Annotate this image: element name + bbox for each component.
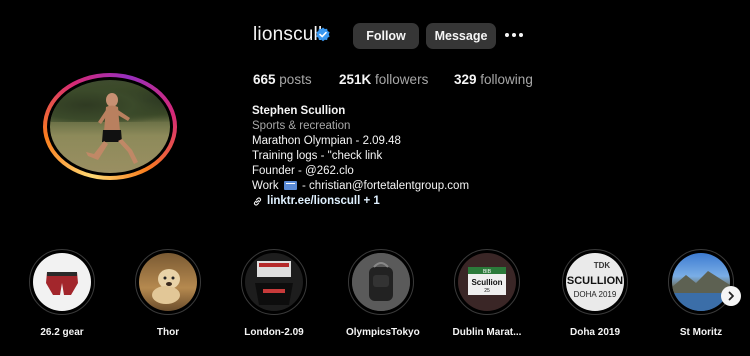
link-icon xyxy=(253,197,262,206)
highlight-cover xyxy=(672,253,730,311)
followers-number: 251K xyxy=(339,72,372,87)
highlight-ring xyxy=(241,249,307,315)
highlight-cover xyxy=(245,253,303,311)
highlight-item[interactable]: OlympicsTokyo xyxy=(346,249,420,338)
highlight-item[interactable]: Thor xyxy=(133,249,203,338)
highlight-item[interactable]: TDK SCULLION DOHA 2019 Doha 2019 xyxy=(560,249,630,338)
highlight-cover: TDK SCULLION DOHA 2019 xyxy=(566,253,624,311)
highlight-ring xyxy=(348,249,414,315)
following-number: 329 xyxy=(454,72,477,87)
email-emoji-icon xyxy=(283,181,297,191)
highlight-item[interactable]: 26.2 gear xyxy=(27,249,97,338)
following-label: following xyxy=(480,72,533,87)
highlight-label: 26.2 gear xyxy=(40,327,84,338)
bib-number-text: 25 xyxy=(484,288,490,294)
highlight-cover xyxy=(352,253,410,311)
bio-link[interactable]: linktr.ee/lionscull + 1 xyxy=(252,194,469,209)
backpack-image xyxy=(352,253,410,311)
highlight-cover xyxy=(139,253,197,311)
doha-event-text: DOHA 2019 xyxy=(574,290,617,299)
more-horizontal-icon[interactable] xyxy=(505,28,525,42)
message-button[interactable]: Message xyxy=(426,23,496,49)
highlight-ring xyxy=(668,249,734,315)
highlight-label: London-2.09 xyxy=(244,327,304,338)
username: lionscull xyxy=(253,24,323,45)
bio-line-3: Founder - @262.clo xyxy=(252,164,469,179)
highlight-label: Thor xyxy=(156,327,180,338)
bio-line-3-text: Founder - @262.clo xyxy=(252,165,354,177)
doha-name-text: SCULLION xyxy=(567,275,623,287)
work-label: Work xyxy=(252,180,279,192)
doha-brand-text: TDK xyxy=(594,261,611,270)
dog-image xyxy=(152,269,180,304)
highlight-label: Doha 2019 xyxy=(569,327,621,338)
highlight-cover: BIB Scullion 25 xyxy=(458,253,516,311)
highlight-label: St Moritz xyxy=(679,327,723,338)
bio-line-4: Work - christian@fortetalentgroup.com xyxy=(252,179,469,194)
full-name: Stephen Scullion xyxy=(252,105,346,117)
chevron-right-icon[interactable] xyxy=(721,286,741,306)
shorts-image xyxy=(46,272,78,295)
highlight-ring xyxy=(135,249,201,315)
highlight-label: OlympicsTokyo xyxy=(346,327,420,338)
posts-number: 665 xyxy=(253,72,276,87)
avatar-photo xyxy=(50,80,170,173)
highlight-label: Dublin Marat... xyxy=(452,327,522,338)
verified-badge-icon xyxy=(316,27,330,42)
highlight-ring: BIB Scullion 25 xyxy=(454,249,520,315)
posts-label: posts xyxy=(279,72,312,87)
followers-label: followers xyxy=(375,72,429,87)
bib-name-text: Scullion xyxy=(471,278,502,287)
follow-button[interactable]: Follow xyxy=(353,23,419,49)
highlight-ring: TDK SCULLION DOHA 2019 xyxy=(562,249,628,315)
runner-figure xyxy=(86,93,138,164)
avatar-border xyxy=(47,77,173,176)
bio-link-text: linktr.ee/lionscull + 1 xyxy=(267,195,380,207)
highlight-cover xyxy=(33,253,91,311)
bio-line-1: Marathon Olympian - 2.09.48 xyxy=(252,135,401,147)
doha-bib-image: TDK SCULLION DOHA 2019 xyxy=(567,261,623,299)
bib-header-text: BIB xyxy=(483,269,492,275)
highlight-item[interactable]: BIB Scullion 25 Dublin Marat... xyxy=(452,249,522,338)
race-bib-image: BIB Scullion 25 xyxy=(468,267,506,295)
bio-line-2: Training logs - "check link xyxy=(252,150,383,162)
highlight-ring xyxy=(29,249,95,315)
category-label: Sports & recreation xyxy=(252,120,351,132)
posts-count: 665 posts xyxy=(253,72,312,87)
followers-link[interactable]: 251K followers xyxy=(339,72,428,87)
mountain-lake-image xyxy=(672,271,730,311)
profile-bio: Stephen Scullion Sports & recreation Mar… xyxy=(252,104,469,209)
race-kit-image xyxy=(255,261,293,305)
work-email: - christian@fortetalentgroup.com xyxy=(302,180,470,192)
profile-avatar[interactable] xyxy=(43,73,177,180)
highlight-item[interactable]: London-2.09 xyxy=(239,249,309,338)
following-link[interactable]: 329 following xyxy=(454,72,533,87)
